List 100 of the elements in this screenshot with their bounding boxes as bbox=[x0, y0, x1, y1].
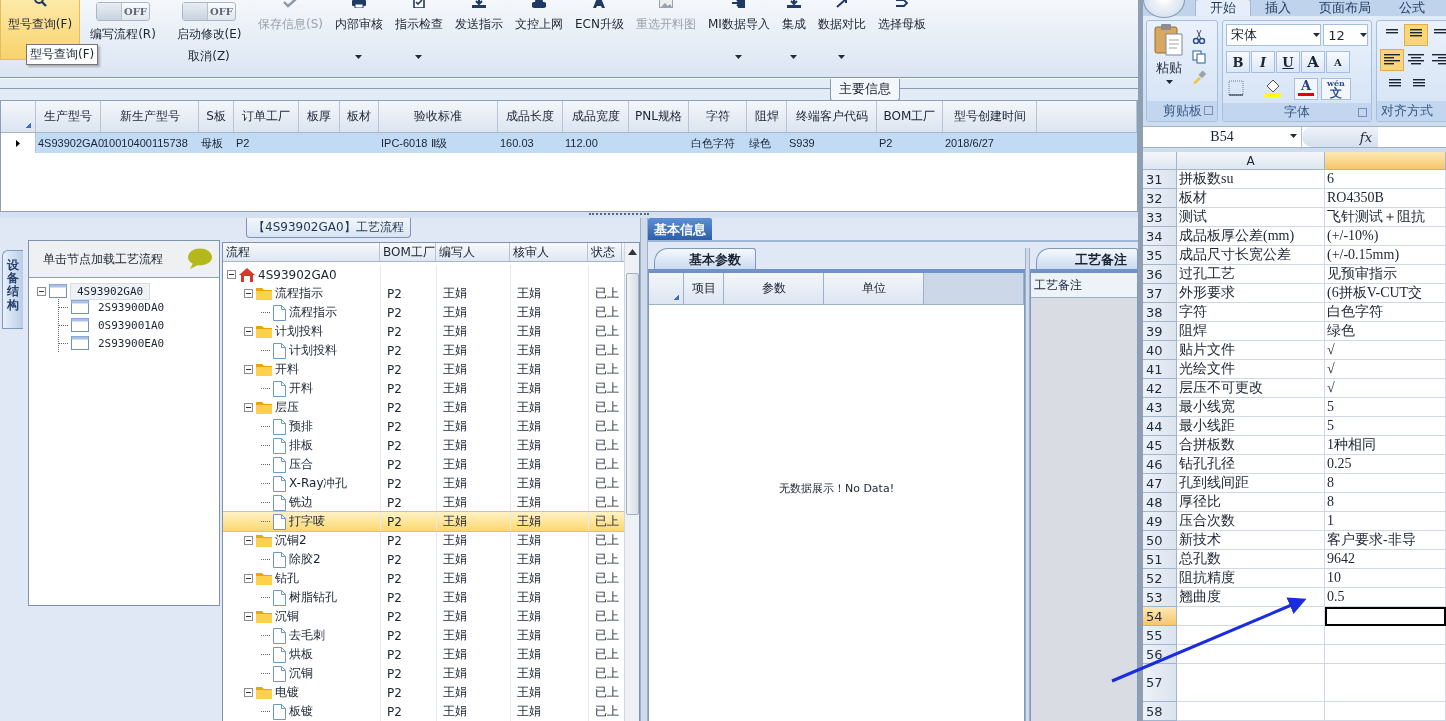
tree-row[interactable]: 除胶2 P2 王娟 王娟 已上 bbox=[223, 550, 624, 569]
row-header[interactable]: 46 bbox=[1143, 455, 1177, 474]
sheet-cell[interactable]: 最小线宽 bbox=[1177, 398, 1325, 417]
row-header[interactable]: 38 bbox=[1143, 303, 1177, 322]
tree-row[interactable]: 流程指示 P2 王娟 王娟 已上 bbox=[223, 303, 624, 322]
tree-row[interactable]: 计划投料 P2 王娟 王娟 已上 bbox=[223, 341, 624, 360]
scrollbar-thumb[interactable] bbox=[625, 273, 639, 515]
row-header[interactable]: 47 bbox=[1143, 474, 1177, 493]
collapse-toggle[interactable] bbox=[244, 688, 253, 697]
sheet-cell[interactable]: (6拼板V-CUT交 bbox=[1325, 284, 1446, 303]
sheet-cell[interactable]: 最小线距 bbox=[1177, 417, 1325, 436]
column-header[interactable]: 生产型号 bbox=[36, 101, 101, 132]
sheet-cell[interactable]: 阻抗精度 bbox=[1177, 569, 1325, 588]
tree-row[interactable]: 预排 P2 王娟 王娟 已上 bbox=[223, 417, 624, 436]
font-color-button[interactable]: A bbox=[1294, 78, 1318, 100]
column-header[interactable]: 板材 bbox=[340, 101, 379, 132]
column-header[interactable]: BOM工厂 bbox=[380, 243, 436, 261]
sheet-cell[interactable]: 厚径比 bbox=[1177, 493, 1325, 512]
panel-tab[interactable]: 基本参数 bbox=[654, 248, 756, 269]
tree-row[interactable]: X-Ray冲孔 P2 王娟 王娟 已上 bbox=[223, 474, 624, 493]
format-button[interactable]: A bbox=[1301, 51, 1325, 73]
sheet-cell[interactable]: 翘曲度 bbox=[1177, 588, 1325, 607]
sheet-cell[interactable]: 5 bbox=[1325, 417, 1446, 436]
sheet-cell[interactable]: 孔到线间距 bbox=[1177, 474, 1325, 493]
tree-item[interactable]: 0S939001A0 bbox=[92, 317, 171, 333]
sheet-cell[interactable] bbox=[1177, 607, 1325, 626]
toggle-switch[interactable]: OFF bbox=[96, 2, 150, 21]
toolbar-button[interactable]: 文控上网 bbox=[509, 0, 569, 60]
sheet-cell[interactable]: 测试 bbox=[1177, 208, 1325, 227]
row-header[interactable]: 37 bbox=[1143, 284, 1177, 303]
sheet-cell[interactable]: 字符 bbox=[1177, 303, 1325, 322]
sheet-cell[interactable]: 1种相同 bbox=[1325, 436, 1446, 455]
collapse-toggle[interactable] bbox=[37, 286, 46, 296]
align-icon[interactable] bbox=[1404, 24, 1428, 46]
tree-row[interactable]: 烘板 P2 王娟 王娟 已上 bbox=[223, 645, 624, 664]
sheet-cell[interactable]: 5 bbox=[1325, 398, 1446, 417]
scroll-up-icon[interactable] bbox=[627, 249, 637, 255]
column-header[interactable]: 字符 bbox=[689, 101, 747, 132]
sheet-cell[interactable]: 绿色 bbox=[1325, 322, 1446, 341]
format-button[interactable]: I bbox=[1251, 51, 1275, 73]
column-header[interactable]: 状态 bbox=[588, 243, 622, 261]
sheet-cell[interactable] bbox=[1325, 702, 1446, 721]
row-header[interactable]: 42 bbox=[1143, 379, 1177, 398]
sheet-cell[interactable]: 成品尺寸长宽公差 bbox=[1177, 246, 1325, 265]
sheet-cell[interactable]: 贴片文件 bbox=[1177, 341, 1325, 360]
collapse-toggle[interactable] bbox=[244, 403, 253, 412]
row-header[interactable]: 34 bbox=[1143, 227, 1177, 246]
name-box[interactable]: B54 bbox=[1143, 127, 1302, 147]
phonetic-button[interactable]: wén 文 bbox=[1321, 78, 1351, 100]
sheet-cell[interactable]: √ bbox=[1325, 341, 1446, 360]
sheet-cell[interactable]: 8 bbox=[1325, 474, 1446, 493]
sheet-cell[interactable]: 过孔工艺 bbox=[1177, 265, 1325, 284]
table-row[interactable]: 4S93902GA010010400115738 母板 P2 IPC-6018 Ⅱ级 160.03 112.00 白色字符 绿色 S939 P2 2018/6/27 bbox=[1, 133, 1137, 153]
collapse-toggle[interactable] bbox=[244, 327, 253, 336]
row-header[interactable]: 58 bbox=[1143, 702, 1177, 721]
font-name-field[interactable]: 宋体 bbox=[1226, 24, 1322, 46]
sheet-cell[interactable]: 压合次数 bbox=[1177, 512, 1325, 531]
sheet-cell[interactable]: (+/-10%) bbox=[1325, 227, 1446, 246]
row-header[interactable]: 51 bbox=[1143, 550, 1177, 569]
row-header[interactable]: 52 bbox=[1143, 569, 1177, 588]
tree-row[interactable]: 4S93902GA0 bbox=[223, 265, 624, 284]
sheet-cell[interactable] bbox=[1325, 645, 1446, 664]
column-header[interactable]: 订单工厂 bbox=[234, 101, 299, 132]
row-header[interactable]: 32 bbox=[1143, 189, 1177, 208]
sheet-cell[interactable]: √ bbox=[1325, 360, 1446, 379]
row-header[interactable]: 31 bbox=[1143, 170, 1177, 189]
row-header[interactable]: 55 bbox=[1143, 626, 1177, 645]
sheet-cell[interactable]: 9642 bbox=[1325, 550, 1446, 569]
column-header[interactable]: 板厚 bbox=[299, 101, 340, 132]
sheet-cell[interactable]: 合拼板数 bbox=[1177, 436, 1325, 455]
collapse-toggle[interactable] bbox=[227, 270, 236, 279]
tree-row[interactable]: 排板 P2 王娟 王娟 已上 bbox=[223, 436, 624, 455]
column-header[interactable]: 流程 bbox=[223, 243, 380, 261]
sheet-cell[interactable]: 成品板厚公差(mm) bbox=[1177, 227, 1325, 246]
column-header[interactable]: 验收标准 bbox=[379, 101, 498, 132]
collapse-toggle[interactable] bbox=[244, 289, 253, 298]
sheet-cell[interactable]: RO4350B bbox=[1325, 189, 1446, 208]
font-size-field[interactable]: 12 bbox=[1323, 24, 1368, 46]
row-header[interactable]: 53 bbox=[1143, 588, 1177, 607]
copy-icon[interactable] bbox=[1192, 50, 1206, 64]
tree-row[interactable]: 沉铜 P2 王娟 王娟 已上 bbox=[223, 664, 624, 683]
tree-row[interactable]: 钻孔 P2 王娟 王娟 已上 bbox=[223, 569, 624, 588]
row-header[interactable]: 33 bbox=[1143, 208, 1177, 227]
row-header[interactable]: 43 bbox=[1143, 398, 1177, 417]
ribbon-tab[interactable]: 公式 bbox=[1385, 0, 1439, 16]
toolbar-button[interactable]: 指示检查 bbox=[389, 0, 449, 60]
collapse-toggle[interactable] bbox=[244, 365, 253, 374]
sheet-cell[interactable]: √ bbox=[1325, 379, 1446, 398]
toggle-switch[interactable]: OFF bbox=[182, 2, 236, 21]
sheet-cell[interactable]: 见预审指示 bbox=[1325, 265, 1446, 284]
tree-item[interactable]: 2S93900EA0 bbox=[92, 335, 171, 351]
column-header[interactable]: 成品长度 bbox=[498, 101, 563, 132]
selected-cell[interactable] bbox=[1325, 607, 1446, 626]
column-header[interactable]: 阻焊 bbox=[747, 101, 787, 132]
column-header[interactable]: S板 bbox=[199, 101, 234, 132]
sheet-cell[interactable]: 阻焊 bbox=[1177, 322, 1325, 341]
tree-row[interactable]: 电镀 P2 王娟 王娟 已上 bbox=[223, 683, 624, 702]
tree-row[interactable]: 沉铜 P2 王娟 王娟 已上 bbox=[223, 607, 624, 626]
ribbon-tab[interactable]: 插入 bbox=[1251, 0, 1305, 16]
row-header[interactable]: 50 bbox=[1143, 531, 1177, 550]
